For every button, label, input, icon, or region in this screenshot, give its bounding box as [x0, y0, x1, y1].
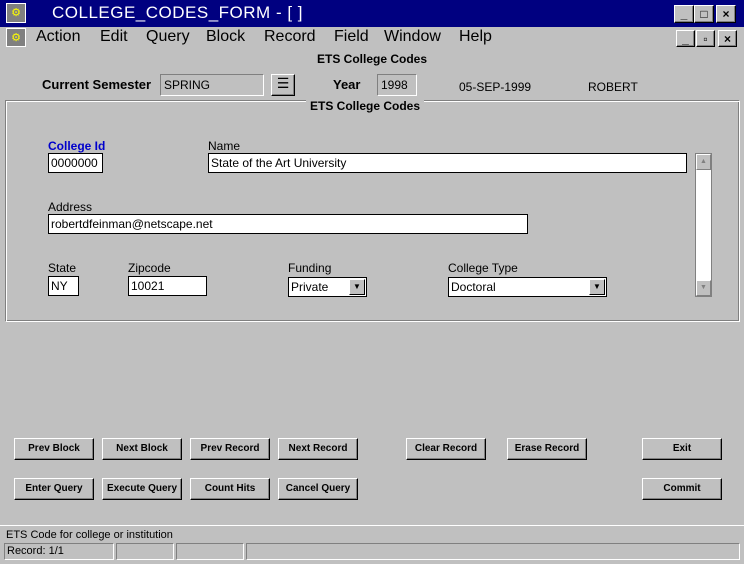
cancel-query-button[interactable]: Cancel Query	[278, 478, 358, 500]
next-record-button[interactable]: Next Record	[278, 438, 358, 460]
menu-block[interactable]: Block	[206, 28, 245, 46]
status-cell-3	[176, 543, 244, 560]
erase-record-button[interactable]: Erase Record	[507, 438, 587, 460]
menu-help[interactable]: Help	[459, 28, 492, 46]
funding-value: Private	[291, 280, 329, 294]
zipcode-label: Zipcode	[128, 261, 171, 275]
college-codes-frame	[5, 100, 740, 322]
menu-bar: ⚙ Action Edit Query Block Record Field W…	[0, 27, 744, 49]
record-indicator: Record: 1/1	[4, 543, 114, 560]
semester-field[interactable]: SPRING	[160, 74, 264, 96]
form-title: ETS College Codes	[306, 99, 425, 113]
menu-query[interactable]: Query	[146, 28, 190, 46]
college-type-select[interactable]: Doctoral ▼	[448, 277, 607, 297]
exit-button[interactable]: Exit	[642, 438, 722, 460]
year-label: Year	[333, 77, 361, 92]
status-divider	[0, 525, 744, 526]
chevron-down-icon[interactable]: ▼	[589, 279, 605, 295]
menu-window[interactable]: Window	[384, 28, 441, 46]
clear-record-button[interactable]: Clear Record	[406, 438, 486, 460]
college-id-label: College Id	[48, 139, 106, 153]
minimize-button[interactable]: _	[674, 5, 694, 23]
app-icon[interactable]: ⚙	[6, 3, 26, 23]
prev-record-button[interactable]: Prev Record	[190, 438, 270, 460]
semester-label: Current Semester	[42, 77, 152, 92]
scroll-up-icon[interactable]: ▲	[696, 154, 711, 170]
menu-action[interactable]: Action	[36, 28, 80, 46]
menu-field[interactable]: Field	[334, 28, 369, 46]
close-button[interactable]: ×	[716, 5, 736, 23]
title-bar[interactable]: ⚙ COLLEGE_CODES_FORM - [ ] _ □ ×	[0, 0, 744, 27]
chevron-down-icon[interactable]: ▼	[349, 279, 365, 295]
zipcode-field[interactable]: 10021	[128, 276, 207, 296]
college-type-label: College Type	[448, 261, 518, 275]
name-field[interactable]: State of the Art University	[208, 153, 687, 173]
state-field[interactable]: NY	[48, 276, 79, 296]
current-date: 05-SEP-1999	[459, 80, 532, 94]
record-scrollbar[interactable]: ▲ ▼	[695, 153, 712, 297]
next-block-button[interactable]: Next Block	[102, 438, 182, 460]
college-type-value: Doctoral	[451, 280, 496, 294]
menu-edit[interactable]: Edit	[100, 28, 128, 46]
header-title: ETS College Codes	[316, 52, 428, 66]
window-title: COLLEGE_CODES_FORM - [ ]	[52, 3, 303, 22]
document-icon[interactable]: ⚙	[6, 28, 26, 47]
maximize-button[interactable]: □	[694, 5, 714, 23]
commit-button[interactable]: Commit	[642, 478, 722, 500]
current-user: ROBERT	[588, 80, 638, 94]
year-field[interactable]: 1998	[377, 74, 417, 96]
doc-restore-button[interactable]: ▫	[696, 30, 715, 47]
execute-query-button[interactable]: Execute Query	[102, 478, 182, 500]
status-cell-4	[246, 543, 740, 560]
list-of-values-button[interactable]: ☰	[271, 74, 295, 96]
status-hint: ETS Code for college or institution	[6, 529, 173, 541]
state-label: State	[48, 261, 77, 275]
funding-label: Funding	[288, 261, 332, 275]
prev-block-button[interactable]: Prev Block	[14, 438, 94, 460]
menu-record[interactable]: Record	[264, 28, 316, 46]
address-field[interactable]: robertdfeinman@netscape.net	[48, 214, 528, 234]
status-cell-2	[116, 543, 174, 560]
name-label: Name	[208, 139, 241, 153]
list-icon: ☰	[276, 75, 290, 91]
count-hits-button[interactable]: Count Hits	[190, 478, 270, 500]
funding-select[interactable]: Private ▼	[288, 277, 367, 297]
doc-close-button[interactable]: ×	[718, 30, 737, 47]
college-id-field[interactable]: 0000000	[48, 153, 103, 173]
scroll-down-icon[interactable]: ▼	[696, 280, 711, 296]
address-label: Address	[48, 200, 93, 214]
doc-minimize-button[interactable]: _	[676, 30, 695, 47]
enter-query-button[interactable]: Enter Query	[14, 478, 94, 500]
